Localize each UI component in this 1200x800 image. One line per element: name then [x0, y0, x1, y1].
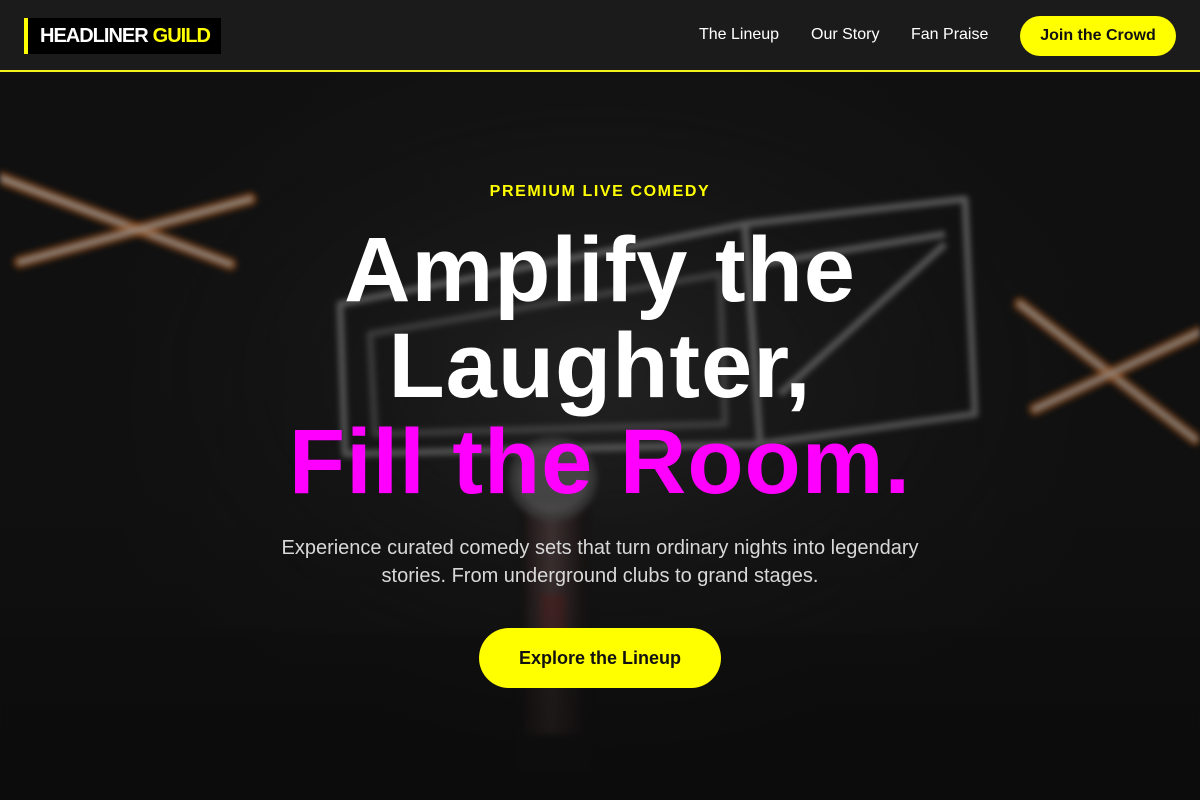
brand-name-part2: GUILD [152, 24, 211, 47]
brand-logo[interactable]: HEADLINER GUILD [24, 18, 221, 54]
brand-name-part1: HEADLINER [40, 24, 149, 47]
nav-link-fan-praise[interactable]: Fan Praise [911, 26, 988, 44]
nav-link-our-story[interactable]: Our Story [811, 26, 879, 44]
hero-subtext: Experience curated comedy sets that turn… [281, 537, 919, 587]
site-header: HEADLINER GUILD The Lineup Our Story Fan… [0, 0, 1200, 72]
join-crowd-button[interactable]: Join the Crowd [1020, 16, 1176, 56]
hero-eyebrow: PREMIUM LIVE COMEDY [489, 183, 711, 200]
headline-line-1: Amplify the [344, 219, 856, 321]
nav-link-lineup[interactable]: The Lineup [699, 26, 779, 44]
hero-headline: Amplify the Laughter, Fill the Room. [0, 222, 1200, 510]
headline-accent: Fill the Room. [288, 411, 912, 513]
explore-lineup-button[interactable]: Explore the Lineup [479, 628, 721, 688]
landing-page: HEADLINER GUILD The Lineup Our Story Fan… [0, 0, 1200, 800]
headline-line-2: Laughter, [388, 315, 812, 417]
